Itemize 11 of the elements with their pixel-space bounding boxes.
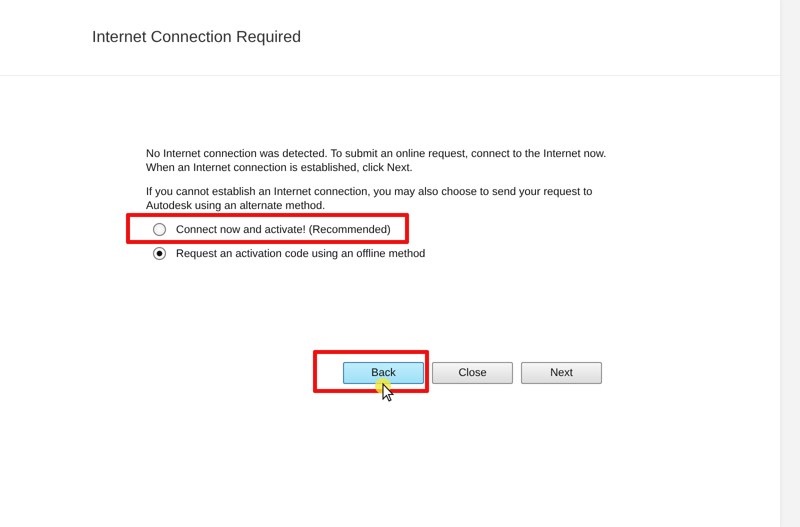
message-text: No Internet connection was detected. To submit an online request, connect to the Internet now. When an Internet connection is established, click Next. [146, 147, 608, 175]
cursor-icon [375, 378, 397, 402]
radio-button[interactable] [153, 247, 166, 260]
dialog-button[interactable]: Next [521, 362, 602, 384]
window-title: Internet Connection Required [92, 28, 302, 46]
message-text: If you cannot establish an Internet connection, you may also choose to send your request to Autodesk using an alternate method. [146, 185, 594, 213]
dialog-button[interactable]: Close [432, 362, 513, 384]
option-label[interactable]: Request an activation code using an offline method [176, 248, 426, 260]
dialog-button[interactable]: Back [343, 362, 424, 384]
option-label[interactable]: Connect now and activate! (Recommended) [176, 224, 391, 236]
radio-button[interactable] [153, 223, 166, 236]
